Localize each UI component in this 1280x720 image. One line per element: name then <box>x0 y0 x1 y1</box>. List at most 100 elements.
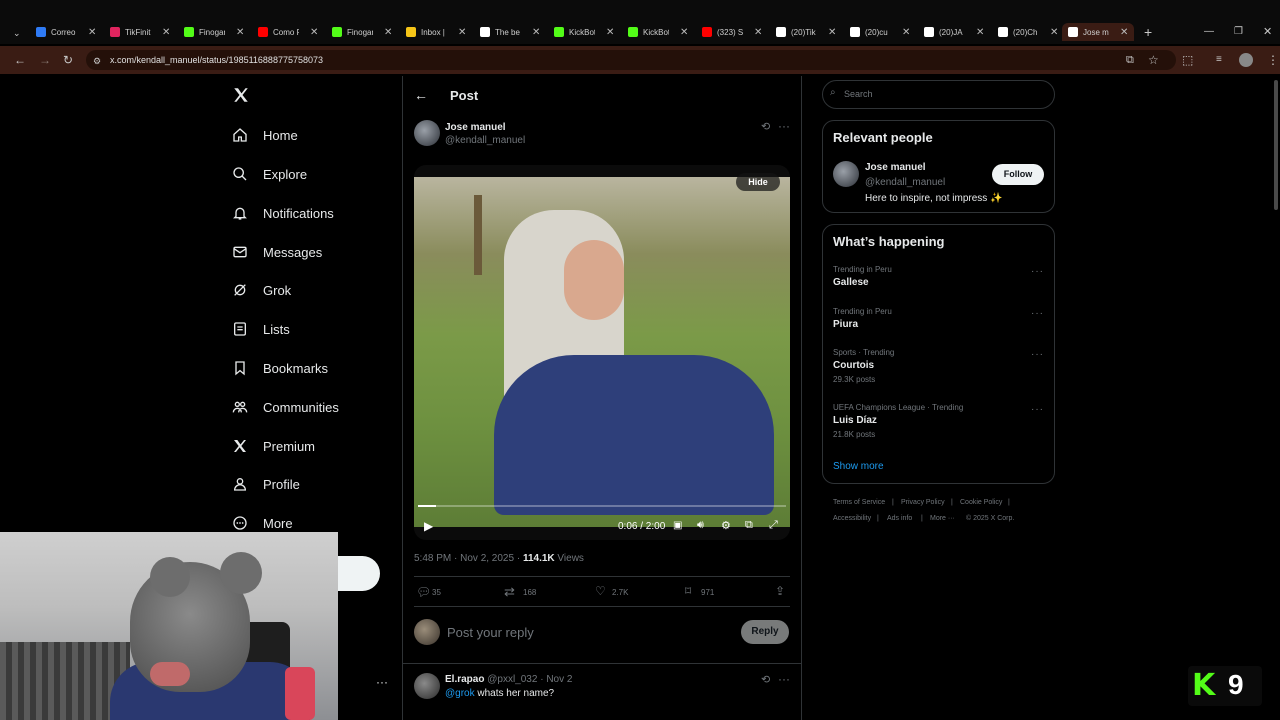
comment-grok-icon[interactable]: ⟲ <box>761 673 770 686</box>
reply-count[interactable]: 35 <box>432 588 441 597</box>
browser-tab[interactable]: Finogam ✕ <box>326 23 398 41</box>
video-player[interactable]: Hide ▶ 0:06 / 2:00 ▣ 🔊︎ ⚙ ⧉ ⤢ <box>414 165 790 540</box>
nav-item-explore[interactable]: Explore <box>232 161 307 187</box>
extensions-icon[interactable]: ⬚ <box>1182 54 1193 66</box>
nav-item-grok[interactable]: Grok <box>232 277 291 303</box>
nav-item-lists[interactable]: Lists <box>232 316 290 342</box>
author-name[interactable]: Jose manuel <box>445 122 506 133</box>
trend-title[interactable]: Luis Díaz <box>833 415 877 426</box>
settings-icon[interactable]: ⚙ <box>721 519 731 532</box>
like-icon[interactable]: ♡ <box>595 584 606 598</box>
bookmark-count[interactable]: 971 <box>701 588 714 597</box>
play-icon[interactable]: ▶ <box>424 519 433 533</box>
comment-avatar[interactable] <box>414 673 440 699</box>
back-arrow-icon[interactable]: ← <box>414 87 428 103</box>
footer-more-link[interactable]: More ··· <box>930 515 955 522</box>
cookie-link[interactable]: Cookie Policy <box>960 499 1002 506</box>
nav-item-bookmarks[interactable]: Bookmarks <box>232 355 328 381</box>
follow-button[interactable]: Follow <box>992 164 1044 185</box>
browser-tab[interactable]: (20)Ch ✕ <box>992 23 1064 41</box>
reload-icon[interactable]: ↻ <box>63 54 73 66</box>
restore-icon[interactable]: ❐ <box>1234 26 1243 38</box>
tab-close-icon[interactable]: ✕ <box>976 27 984 38</box>
fullscreen-icon[interactable]: ⤢ <box>769 519 778 532</box>
video-progress-track[interactable] <box>418 505 786 507</box>
trend-more-icon[interactable]: ··· <box>1031 404 1044 415</box>
privacy-link[interactable]: Privacy Policy <box>901 499 945 506</box>
browser-tab[interactable]: The be ✕ <box>474 23 546 41</box>
repost-count[interactable]: 168 <box>523 588 536 597</box>
person-avatar[interactable] <box>833 161 859 187</box>
back-icon[interactable]: ← <box>14 54 26 66</box>
search-input[interactable]: Search <box>844 89 873 99</box>
bookmark-icon[interactable]: ⌑ <box>685 584 691 598</box>
tab-search-icon[interactable]: ⌄ <box>13 27 21 39</box>
forward-icon[interactable]: → <box>39 54 51 66</box>
tab-close-icon[interactable]: ✕ <box>828 27 836 38</box>
hide-button[interactable]: Hide <box>736 173 780 191</box>
tab-close-icon[interactable]: ✕ <box>236 27 244 38</box>
window-close-icon[interactable]: ✕ <box>1263 26 1272 38</box>
site-info-icon[interactable]: ⚙ <box>93 55 101 67</box>
reply-icon[interactable]: 💬︎ <box>416 585 431 599</box>
trend-title[interactable]: Courtois <box>833 360 874 371</box>
tab-close-icon[interactable]: ✕ <box>384 27 392 38</box>
tab-close-icon[interactable]: ✕ <box>310 27 318 38</box>
profile-avatar-icon[interactable] <box>1239 53 1253 67</box>
tab-close-icon[interactable]: ✕ <box>162 27 170 38</box>
author-avatar[interactable] <box>414 120 440 146</box>
repost-icon[interactable]: ⇄ <box>504 584 515 600</box>
trend-more-icon[interactable]: ··· <box>1031 349 1044 360</box>
person-name[interactable]: Jose manuel <box>865 162 926 173</box>
grok-icon[interactable]: ⟲ <box>761 120 770 133</box>
nav-item-notifications[interactable]: Notifications <box>232 200 334 226</box>
browser-tab[interactable]: KickBot ✕ <box>548 23 620 41</box>
account-more-icon[interactable]: ··· <box>376 675 388 689</box>
browser-tab[interactable]: TikFinit ✕ <box>104 23 176 41</box>
trend-title[interactable]: Gallese <box>833 277 869 288</box>
post-button[interactable] <box>338 556 380 591</box>
more-options-icon[interactable]: ··· <box>778 119 790 133</box>
captions-icon[interactable]: ▣ <box>673 520 682 531</box>
tab-close-icon[interactable]: ✕ <box>754 27 762 38</box>
browser-tab[interactable]: Inbox | ✕ <box>400 23 472 41</box>
tab-close-icon[interactable]: ✕ <box>88 27 96 38</box>
nav-item-home[interactable]: Home <box>232 122 298 148</box>
tab-close-icon[interactable]: ✕ <box>606 27 614 38</box>
show-more-link[interactable]: Show more <box>833 461 884 472</box>
trend-more-icon[interactable]: ··· <box>1031 308 1044 319</box>
tab-close-icon[interactable]: ✕ <box>680 27 688 38</box>
x-logo-icon[interactable] <box>232 86 250 109</box>
accessibility-link[interactable]: Accessibility <box>833 515 871 522</box>
author-handle[interactable]: @kendall_manuel <box>445 135 525 146</box>
browser-tab[interactable]: (20)cu ✕ <box>844 23 916 41</box>
browser-tab[interactable]: Finogam ✕ <box>178 23 250 41</box>
reply-button[interactable]: Reply <box>741 620 789 644</box>
browser-tab[interactable]: Como F ✕ <box>252 23 324 41</box>
browser-tab[interactable]: (20)Tik ✕ <box>770 23 842 41</box>
browser-tab[interactable]: (323) S ✕ <box>696 23 768 41</box>
like-count[interactable]: 2.7K <box>612 588 628 597</box>
person-handle[interactable]: @kendall_manuel <box>865 177 945 188</box>
browser-tab[interactable]: Jose m ✕ <box>1062 23 1134 41</box>
tab-close-icon[interactable]: ✕ <box>1050 27 1058 38</box>
reply-input[interactable]: Post your reply <box>447 625 534 640</box>
comment-more-icon[interactable]: ··· <box>778 672 790 686</box>
terms-link[interactable]: Terms of Service <box>833 499 885 506</box>
nav-item-premium[interactable]: Premium <box>232 433 315 459</box>
comment-mention[interactable]: @grok <box>445 688 475 699</box>
trend-more-icon[interactable]: ··· <box>1031 266 1044 277</box>
browser-tab[interactable]: (20)JA ✕ <box>918 23 990 41</box>
install-icon[interactable]: ⧉ <box>1126 54 1134 66</box>
volume-icon[interactable]: 🔊︎ <box>697 519 704 532</box>
tab-close-icon[interactable]: ✕ <box>458 27 466 38</box>
media-control-icon[interactable]: ≡ <box>1216 54 1222 66</box>
pip-icon[interactable]: ⧉ <box>745 519 753 532</box>
trend-title[interactable]: Piura <box>833 319 858 330</box>
nav-item-messages[interactable]: Messages <box>232 239 322 265</box>
tab-close-icon[interactable]: ✕ <box>532 27 540 38</box>
bookmark-star-icon[interactable]: ☆ <box>1148 54 1159 66</box>
nav-item-profile[interactable]: Profile <box>232 471 300 497</box>
page-scrollbar[interactable] <box>1274 80 1278 210</box>
tab-close-icon[interactable]: ✕ <box>902 27 910 38</box>
